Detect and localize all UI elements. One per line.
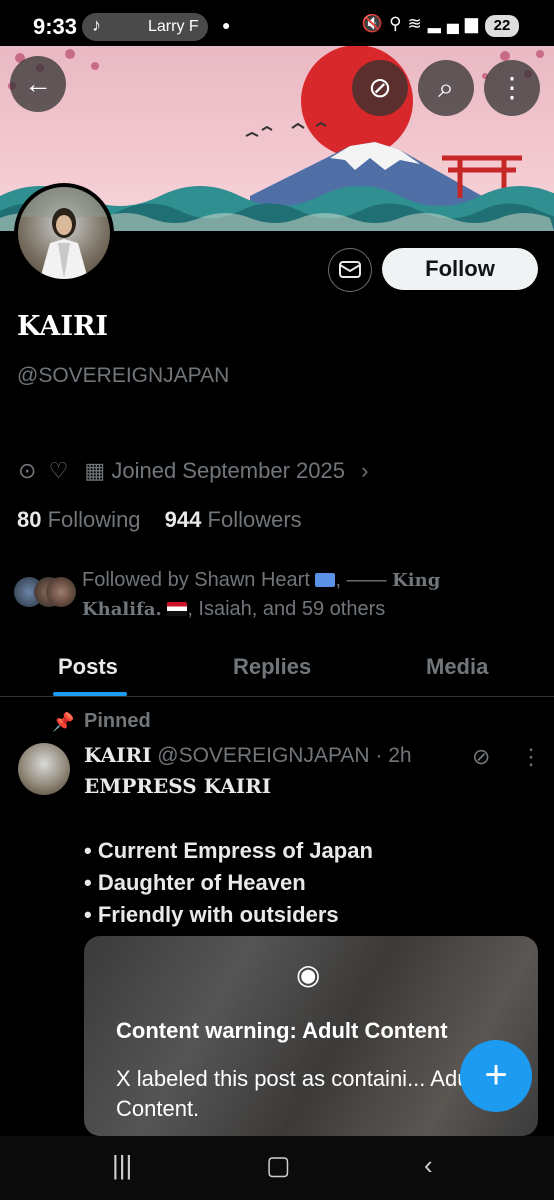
followed-by-text[interactable]: Followed by Shawn Heart , —— King Khalif… (82, 566, 502, 624)
post-bullet: • Daughter of Heaven (84, 870, 306, 895)
system-status-icons: 🔇⚲≋▂▄▆ (362, 14, 484, 34)
wifi-icon: ≋ (407, 14, 428, 33)
post-author-avatar[interactable] (18, 743, 70, 795)
pinned-label: Pinned (84, 710, 151, 732)
plus-icon: + (484, 1053, 508, 1097)
status-bar: 9:33 ♪ Larry F ● 🔇⚲≋▂▄▆ 22 (0, 0, 554, 46)
search-button[interactable]: ⌕ (418, 60, 474, 116)
music-note-icon: ♪ (92, 15, 101, 35)
heart-icon: ♡ (48, 458, 69, 483)
grok-icon: ⊘ (368, 72, 392, 103)
followed-by-king: King (392, 570, 441, 591)
follow-stats: 80 Following 944 Followers (17, 507, 302, 533)
calendar-icon: ▦ (84, 458, 106, 483)
tab-media[interactable]: Media (426, 654, 488, 680)
post-bullet: • Current Empress of Japan (84, 838, 373, 863)
post-handle-time: @SOVEREIGNJAPAN · 2h (157, 744, 412, 767)
followers-label: Followers (207, 507, 302, 532)
post-more-icon[interactable]: ⋮ (520, 744, 542, 770)
back-arrow-icon: ← (24, 68, 52, 99)
status-time: 9:33 (33, 14, 78, 39)
following-count: 80 (17, 507, 42, 532)
system-nav-bar: ||| ▢ ‹ (0, 1136, 554, 1200)
chevron-right-icon: › (361, 458, 369, 483)
post-author-name[interactable]: KAIRI (84, 743, 151, 767)
followed-by-khalifa: Khalifa. (82, 599, 162, 620)
followers-count: 944 (164, 507, 202, 532)
followed-by-prefix: Followed by Shawn Heart (82, 569, 310, 591)
joined-date: Joined September 2025 (111, 458, 345, 483)
un-flag-icon (315, 573, 336, 587)
egypt-flag-icon (167, 602, 188, 616)
back-button[interactable]: ← (10, 56, 66, 112)
post-header: KAIRI @SOVEREIGNJAPAN · 2h (84, 743, 412, 768)
tab-posts[interactable]: Posts (58, 654, 118, 680)
location-pin-icon: ⊙ (18, 458, 37, 483)
media-title: Larry F (148, 18, 199, 35)
compose-post-button[interactable]: + (460, 1040, 532, 1112)
profile-tabs: Posts Replies Media (0, 648, 554, 697)
mute-icon: 🔇 (361, 14, 390, 33)
avatar-image (18, 187, 110, 279)
grok-button[interactable]: ⊘ (352, 60, 408, 116)
profile-avatar[interactable] (14, 183, 114, 283)
following-link[interactable]: 80 Following (17, 507, 141, 532)
avatar-figure (18, 187, 110, 279)
profile-meta-row[interactable]: ⊙ ♡ ▦ Joined September 2025 › (18, 458, 368, 484)
followed-by-rest: , Isaiah, and 59 others (187, 598, 386, 620)
recent-apps-icon[interactable]: ||| (112, 1150, 132, 1181)
grok-icon[interactable]: ⊘ (472, 744, 490, 770)
following-label: Following (47, 507, 141, 532)
post-title: EMPRESS KAIRI (84, 774, 272, 798)
content-warning-title: Content warning: Adult Content (116, 1018, 448, 1043)
profile-name: KAIRI (17, 311, 109, 342)
notification-dot-icon: ● (222, 17, 231, 33)
tab-replies[interactable]: Replies (233, 654, 311, 680)
location-icon: ⚲ (389, 14, 408, 33)
more-vertical-icon: ⋮ (498, 72, 526, 103)
more-button[interactable]: ⋮ (484, 60, 540, 116)
sensitive-media-card[interactable]: ◉ Content warning: Adult Content X label… (84, 936, 538, 1136)
home-icon[interactable]: ▢ (266, 1150, 291, 1181)
battery-indicator: 22 (485, 15, 519, 37)
eye-icon: ◉ (296, 959, 321, 990)
message-button[interactable] (328, 248, 372, 292)
follow-button[interactable]: Follow (382, 248, 538, 290)
back-nav-icon[interactable]: ‹ (424, 1150, 433, 1181)
pin-icon: 📌 (52, 712, 75, 732)
follower-avatar (46, 577, 76, 607)
followers-link[interactable]: 944 Followers (165, 507, 302, 532)
media-playing-pill[interactable]: ♪ Larry F (82, 13, 208, 41)
envelope-icon (339, 261, 361, 278)
search-icon: ⌕ (438, 72, 454, 103)
signal-icon: ▂▄▆ (427, 14, 484, 33)
post-bullet: • Friendly with outsiders (84, 902, 339, 927)
profile-handle: @SOVEREIGNJAPAN (17, 364, 230, 387)
followed-by-sep: , —— (335, 569, 393, 591)
active-tab-indicator (53, 692, 127, 696)
content-warning-text: X labeled this post as containi... Adult… (116, 1066, 481, 1121)
